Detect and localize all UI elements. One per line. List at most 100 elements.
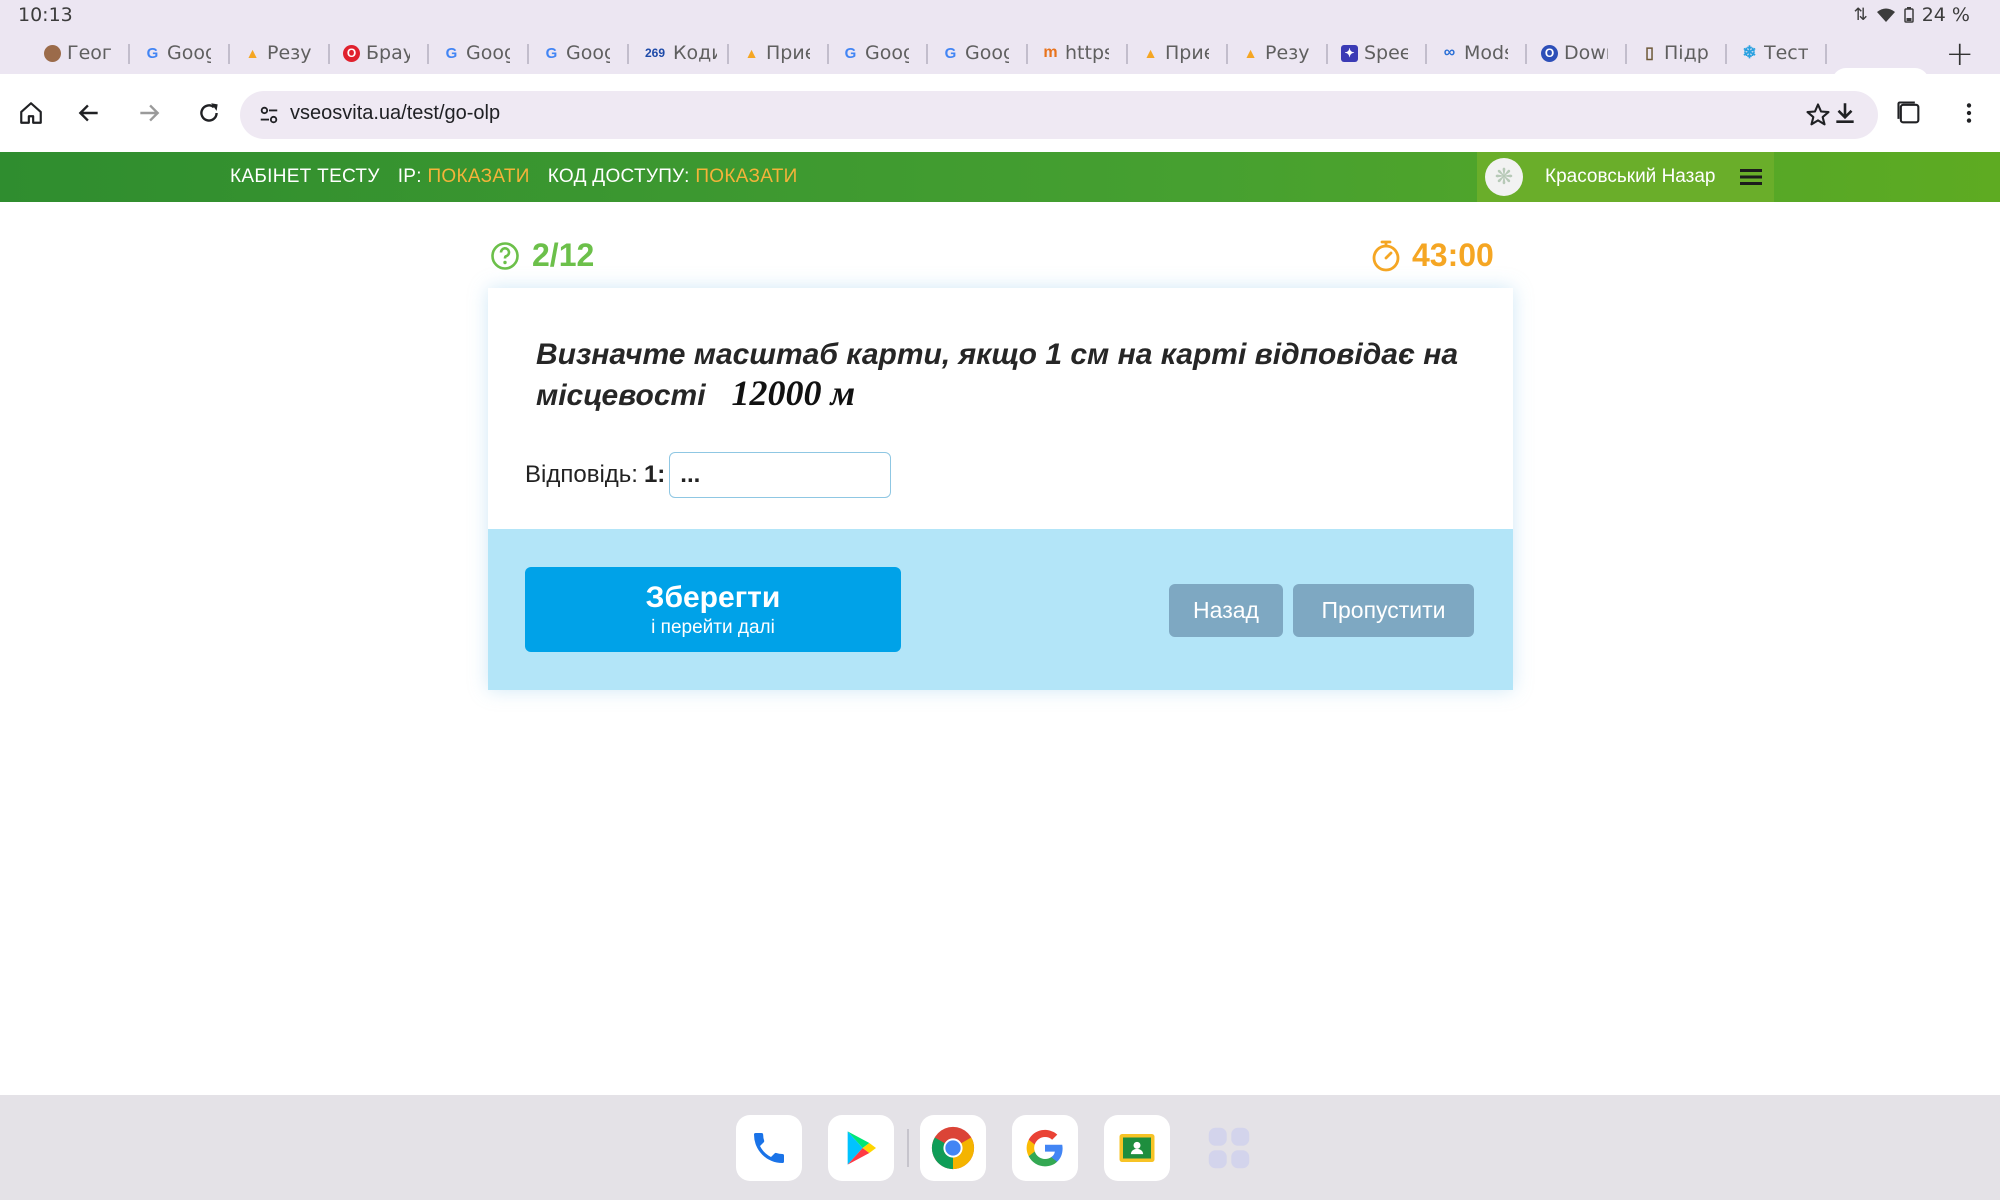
google-icon[interactable] [1012,1115,1078,1181]
apps-grid-icon [1208,1127,1250,1169]
answer-label: Відповідь: [525,461,638,488]
test-nav: КАБІНЕТ ТЕСТУ IP: ПОКАЗАТИ КОД ДОСТУПУ: … [230,166,798,188]
tab-item[interactable]: ▲ Прие [1138,36,1209,70]
action-bar: Зберегти і перейти далі Назад Пропустити [488,529,1513,690]
tab-separator [1425,44,1427,64]
tab-separator [1625,44,1627,64]
tab-item[interactable]: ▲ Резул [240,36,311,70]
tab-item[interactable]: m https [1038,36,1109,70]
reload-button[interactable] [186,90,232,136]
favicon-icon: 269 [644,46,666,60]
cabinet-link[interactable]: КАБІНЕТ ТЕСТУ [230,166,380,188]
download-button[interactable] [1822,90,1868,136]
home-button[interactable] [8,90,54,136]
android-taskbar [0,1095,2000,1200]
tab-item[interactable]: G Goog [838,36,909,70]
tab-separator [627,44,629,64]
question-mark-icon [491,241,519,270]
play-store-icon[interactable] [828,1115,894,1181]
tab-item[interactable]: ✦ Speec [1337,36,1408,70]
new-tab-button[interactable]: + [1946,34,1975,74]
tab-item[interactable]: O Down [1537,36,1608,70]
tab-separator [427,44,429,64]
save-next-button[interactable]: Зберегти і перейти далі [525,567,901,652]
play-triangle-icon [847,1131,876,1165]
tab-title: Геогр [67,42,111,64]
question-body: Визначте масштаб карти, якщо 1 см на кар… [536,338,1459,412]
tab-item[interactable]: O Брауз [339,36,410,70]
battery-level: 24 % [1921,4,1970,26]
favicon-icon: ∞ [1443,44,1456,61]
google-g-icon [1026,1129,1063,1167]
site-settings-icon[interactable] [258,104,280,126]
arrow-right-icon [140,104,160,122]
app-drawer-icon[interactable] [1196,1115,1262,1181]
data-arrows-icon: ⇅ [1853,5,1868,25]
ip-show-link[interactable]: ПОКАЗАТИ [427,166,529,187]
tab-item[interactable]: ▲ Резул [1238,36,1309,70]
question-value: 12000 м [731,373,856,413]
classroom-icon[interactable] [1104,1115,1170,1181]
tab-item[interactable]: Геогр [40,36,111,70]
reload-icon [200,103,218,122]
tab-item[interactable]: ∞ Mods [1437,36,1508,70]
tab-item[interactable]: ▲ Прие [739,36,810,70]
forward-button[interactable] [126,90,172,136]
chrome-icon[interactable] [920,1115,986,1181]
address-bar[interactable]: vseosvita.ua/test/go-olp [240,91,1878,139]
tab-separator [1825,44,1827,64]
tab-title: https [1065,42,1109,64]
tab-item[interactable]: ❄ Тесту [1737,36,1808,70]
access-code-label: КОД ДОСТУПУ: [547,166,690,187]
tab-item[interactable]: G Goog [539,36,610,70]
overflow-menu-button[interactable] [1946,90,1992,136]
stopwatch-icon [1372,240,1400,271]
download-icon [1836,103,1854,123]
phone-app-icon[interactable] [736,1115,802,1181]
save-button-sublabel: і перейти далі [651,616,775,638]
back-button[interactable] [66,90,112,136]
phone-icon [754,1133,784,1163]
tab-separator [128,44,130,64]
skip-question-button[interactable]: Пропустити [1293,584,1474,637]
tab-title: Goog [566,42,610,64]
status-bar: 10:13 ⇅ 24 % [0,0,2000,32]
answer-input[interactable] [669,452,892,498]
favicon-icon: ▲ [1143,45,1158,61]
tab-item[interactable]: ▯ Підру [1637,36,1708,70]
url-text: vseosvita.ua/test/go-olp [290,102,501,124]
tab-switcher-button[interactable] [1886,90,1932,136]
dock-divider [907,1129,909,1167]
favicon-icon: G [944,44,957,62]
tab-item[interactable]: G Goog [140,36,211,70]
question-card: Визначте масштаб карти, якщо 1 см на кар… [488,288,1513,690]
more-vert-icon [1966,103,1972,123]
tab-separator [228,44,230,64]
tab-separator [1126,44,1128,64]
user-panel[interactable]: ❋ Красовський Назар [1477,152,1774,202]
tab-item[interactable]: 269 Коди [639,36,717,70]
save-button-label: Зберегти [645,580,781,614]
tab-switcher-icon [1897,101,1920,124]
ip-group: IP: ПОКАЗАТИ [398,166,530,188]
tab-item[interactable]: G Goog [439,36,510,70]
tab-title: Брауз [366,42,410,64]
favicon-icon [44,44,61,62]
tab-separator [1525,44,1527,64]
tab-title: Резул [1265,42,1309,64]
back-question-button[interactable]: Назад [1169,584,1283,637]
tab-item[interactable]: G Goog [938,36,1009,70]
favicon-icon: ✦ [1341,44,1358,62]
question-progress: 2/12 [490,237,594,274]
tab-title: Підру [1664,42,1708,64]
chrome-logo-icon [931,1126,975,1170]
favicon-icon: G [844,44,857,62]
access-code-show-link[interactable]: ПОКАЗАТИ [695,166,797,187]
user-name: Красовський Назар [1545,166,1716,187]
favicon-icon: O [343,44,360,62]
site-header: КАБІНЕТ ТЕСТУ IP: ПОКАЗАТИ КОД ДОСТУПУ: … [0,152,2000,202]
tab-title: Goog [466,42,510,64]
hamburger-menu-icon[interactable] [1739,167,1762,187]
favicon-icon: ▯ [1645,45,1654,62]
browser-toolbar: vseosvita.ua/test/go-olp [0,74,2000,152]
